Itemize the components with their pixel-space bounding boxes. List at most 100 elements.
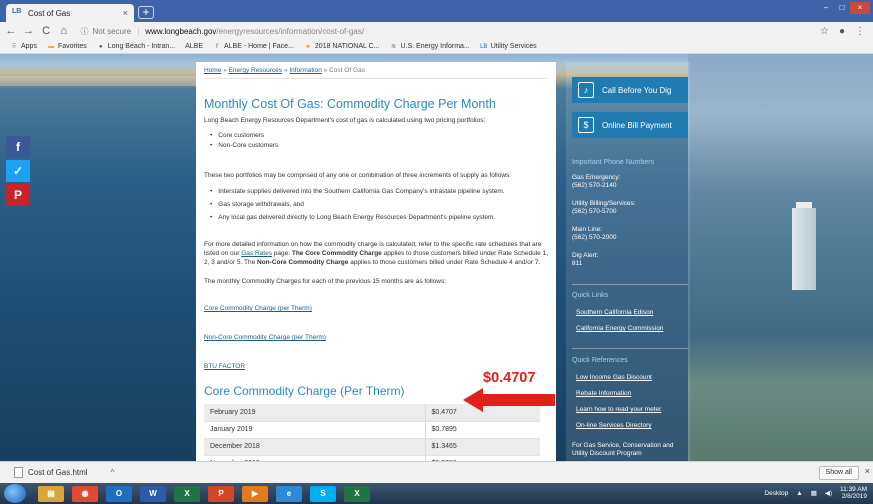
link-online-services-directory[interactable]: On-line Services Directory — [576, 422, 652, 429]
bookmark-star-icon[interactable]: ☆ — [820, 26, 829, 37]
facebook-icon[interactable]: f — [6, 136, 30, 158]
url-path: /energyresources/information/cost-of-gas… — [216, 26, 365, 36]
show-all-button[interactable]: Show all — [818, 466, 859, 480]
phone-gas-emergency: Gas Emergency: (562) 570-2140 — [572, 174, 620, 190]
bookmark-label: ALBE - Home | Face... — [224, 43, 294, 50]
forward-icon[interactable]: → — [22, 25, 36, 37]
rate-month: January 2019 — [204, 421, 425, 439]
more-info-part: page. — [273, 250, 291, 257]
address-separator: | — [137, 26, 140, 36]
account-icon[interactable]: ● — [839, 26, 845, 37]
file-icon — [14, 467, 23, 478]
system-tray: Desktop ▲ ▦ ◀) 11:39 AM 2/8/2019 — [764, 486, 867, 500]
rate-value: $1.3465 — [424, 438, 540, 456]
breadcrumb-sep: » — [283, 67, 288, 74]
link-california-energy-commission[interactable]: California Energy Commission — [576, 325, 663, 332]
link-rebate-information[interactable]: Rebate Information — [576, 390, 631, 397]
call-before-you-dig-button[interactable]: ♪ Call Before You Dig — [572, 77, 688, 103]
download-item[interactable]: Cost of Gas.html ^ — [14, 467, 114, 478]
bookmark-item[interactable]: ⠿ Apps — [10, 43, 37, 51]
increments-intro: These two portfolios may be comprised of… — [204, 172, 512, 179]
excel2-icon[interactable]: X — [344, 486, 370, 502]
bookmark-item[interactable]: ≋ U.S. Energy Informa... — [390, 43, 470, 51]
link-southern-california-edison[interactable]: Southern California Edison — [576, 309, 653, 316]
twitter-icon[interactable]: ✓ — [6, 160, 30, 182]
rate-value: $0.7895 — [424, 421, 540, 439]
ie-icon[interactable]: e — [276, 486, 302, 502]
media-icon[interactable]: ▶ — [242, 486, 268, 502]
phone-label: Main Line: — [572, 226, 602, 233]
increments-list: Interstate supplies delivered into the S… — [210, 185, 548, 224]
phones-title: Important Phone Numbers — [572, 159, 655, 166]
phone-number: 811 — [572, 260, 583, 267]
phone-main: Main Line: (562) 570-2000 — [572, 226, 616, 242]
bookmark-item[interactable]: ▬ Favorites — [47, 43, 87, 51]
explorer-icon[interactable]: ▤ — [38, 486, 64, 502]
powerpoint-icon[interactable]: P — [208, 486, 234, 502]
bookmark-item[interactable]: ● Long Beach - Intran... — [97, 43, 175, 51]
online-bill-payment-button[interactable]: $ Online Bill Payment — [572, 112, 688, 138]
excel-icon[interactable]: X — [174, 486, 200, 502]
breadcrumb-sep: » — [323, 67, 328, 74]
folder-icon: ▬ — [47, 43, 54, 50]
chrome-icon[interactable]: ◉ — [72, 486, 98, 502]
reload-icon[interactable]: C — [39, 25, 53, 37]
portfolio-list: Core customers Non-Core customers — [210, 131, 548, 151]
core-charge-link[interactable]: Core Commodity Charge (per Therm) — [204, 305, 312, 312]
lb-favicon-icon: LB — [12, 8, 22, 15]
bookmark-label: 2018 NATIONAL C... — [314, 43, 380, 50]
breadcrumb-sep: » — [223, 67, 227, 74]
clock-date: 2/8/2019 — [841, 493, 867, 500]
energy-icon: ≋ — [390, 43, 397, 50]
btu-factor-link[interactable]: BTU FACTOR — [204, 363, 245, 370]
bookmark-item[interactable]: ALBE — [185, 43, 203, 50]
close-window-button[interactable]: × — [850, 2, 870, 14]
rate-month: December 2018 — [204, 438, 425, 456]
minimize-button[interactable]: – — [818, 2, 834, 14]
apps-grid-icon: ⠿ — [11, 43, 17, 50]
download-bar-close-icon[interactable]: × — [865, 466, 870, 476]
breadcrumb-energy[interactable]: Energy Resources — [229, 67, 282, 74]
clock[interactable]: 11:39 AM 2/8/2019 — [840, 486, 867, 500]
breadcrumb-information[interactable]: Information — [289, 67, 322, 74]
address-bar[interactable]: ⓘ Not secure | www.longbeach.gov/energyr… — [81, 24, 821, 38]
desktop-label[interactable]: Desktop — [764, 490, 788, 497]
home-icon[interactable]: ⌂ — [57, 25, 71, 37]
list-item: Any local gas delivered directly to Long… — [210, 211, 548, 224]
bookmark-label: Long Beach - Intran... — [107, 43, 176, 50]
phone-number: (562) 570-2000 — [572, 234, 617, 241]
start-button[interactable] — [4, 484, 26, 503]
gas-rates-link[interactable]: Gas Rates — [241, 250, 272, 257]
rates-table: February 2019 $0.4707 January 2019 $0.7895 D… — [204, 404, 540, 461]
volume-icon[interactable]: ◀) — [825, 489, 832, 497]
bookmark-item[interactable]: f ALBE - Home | Face... — [213, 43, 294, 51]
back-icon[interactable]: ← — [4, 25, 18, 37]
menu-icon[interactable]: ⋮ — [855, 26, 865, 37]
download-filename: Cost of Gas.html — [28, 468, 88, 477]
background-tower — [792, 208, 816, 290]
network-icon[interactable]: ▦ — [811, 489, 817, 497]
link-low-income-gas-discount[interactable]: Low Income Gas Discount — [576, 374, 652, 381]
security-label: Not secure — [92, 26, 132, 36]
phone-label: Utility Billing/Services: — [572, 200, 636, 207]
bookmark-item[interactable]: ♣ 2018 NATIONAL C... — [304, 43, 380, 51]
more-info-part: applies to those customers billed under … — [350, 259, 541, 266]
tab-cost-of-gas[interactable]: LB Cost of Gas × — [6, 4, 134, 22]
new-tab-button[interactable]: + — [138, 6, 154, 19]
breadcrumb-current: Cost Of Gas — [329, 67, 365, 74]
breadcrumb-home[interactable]: Home — [204, 67, 221, 74]
tray-arrow-icon[interactable]: ▲ — [796, 490, 802, 497]
noncore-charge-link[interactable]: Non-Core Commodity Charge (per Therm) — [204, 334, 326, 341]
chevron-up-icon[interactable]: ^ — [111, 468, 115, 477]
tab-close-icon[interactable]: × — [123, 8, 128, 18]
maximize-button[interactable]: □ — [834, 2, 850, 14]
bookmark-item[interactable]: LB Utility Services — [480, 43, 537, 51]
outlook-icon[interactable]: O — [106, 486, 132, 502]
info-icon[interactable]: ⓘ — [81, 26, 89, 37]
pinterest-icon[interactable]: P — [6, 184, 30, 206]
word-icon[interactable]: W — [140, 486, 166, 502]
table-row: December 2018 $1.3465 — [204, 438, 540, 456]
sidebar-divider — [572, 284, 688, 285]
link-read-your-meter[interactable]: Learn how to read your meter — [576, 406, 661, 413]
skype-icon[interactable]: S — [310, 486, 336, 502]
